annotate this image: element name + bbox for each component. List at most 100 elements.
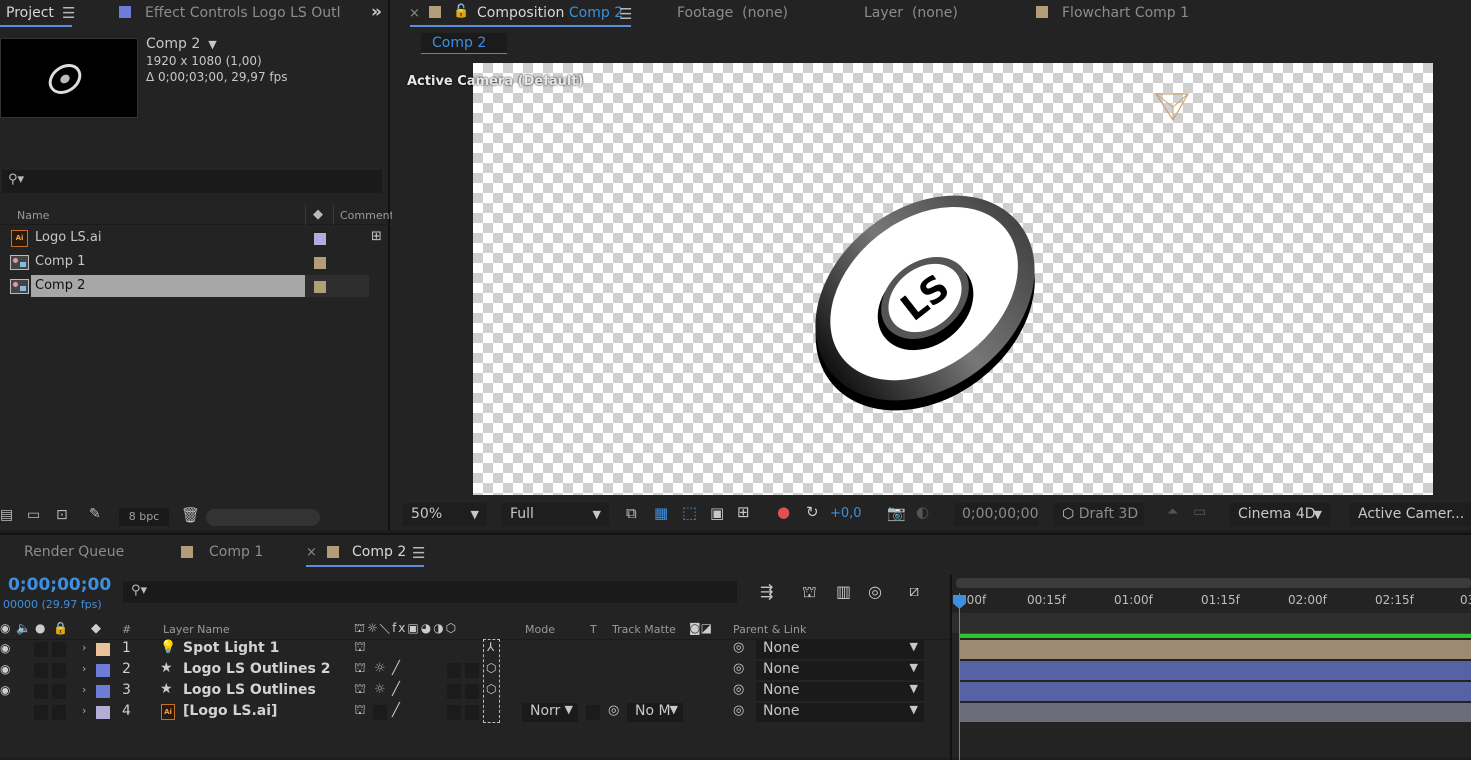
frame-blending-icon[interactable]: ▥ <box>836 582 851 601</box>
column-divider[interactable] <box>333 205 334 225</box>
comp-name-dropdown[interactable]: Comp 2 ▼ <box>146 36 217 52</box>
lock-icon[interactable]: 🔒 <box>53 621 68 635</box>
solo-toggle[interactable] <box>34 684 48 699</box>
solo-toggle[interactable] <box>34 663 48 678</box>
renderer-dropdown[interactable]: Cinema 4D ▼ <box>1230 503 1330 526</box>
flowchart-icon[interactable]: ⊞ <box>371 229 382 244</box>
collapse-switch-icon[interactable]: ☼ <box>374 661 386 676</box>
shy-switch-icon[interactable]: ⛫ <box>354 682 366 699</box>
playhead-line[interactable] <box>959 593 960 760</box>
project-menu-icon[interactable]: ☰ <box>62 4 75 22</box>
transparency-grid-icon[interactable]: ▦ <box>654 504 668 522</box>
column-layer-name[interactable]: Layer Name <box>163 623 230 636</box>
fast-previews-icon[interactable]: ⧉ <box>626 504 637 522</box>
trash-icon[interactable]: 🗑 <box>181 506 200 524</box>
close-icon[interactable]: × <box>306 545 317 560</box>
panel-divider[interactable] <box>950 575 952 760</box>
current-timecode[interactable]: 0;00;00;00 <box>8 575 111 595</box>
solo-toggle[interactable] <box>34 642 48 657</box>
expand-chevron-icon[interactable]: › <box>82 683 86 696</box>
close-icon[interactable]: × <box>409 6 420 21</box>
tab-comp2[interactable]: Comp 2 <box>352 544 406 560</box>
pick-whip-icon[interactable]: ◎ <box>608 703 619 718</box>
project-item-selected[interactable]: Comp 2 <box>0 275 370 298</box>
blend-mode-dropdown[interactable]: Norr ▼ <box>522 703 578 722</box>
new-folder-icon[interactable]: ▭ <box>27 507 40 523</box>
solo-toggle[interactable] <box>34 705 48 720</box>
timeline-search-input[interactable]: ⚲▾ <box>123 581 737 603</box>
timeline-menu-icon[interactable]: ☰ <box>412 544 425 562</box>
layer-name[interactable]: [Logo LS.ai] <box>183 703 277 719</box>
visibility-eye-icon[interactable]: ◉ <box>0 641 10 655</box>
layer-name[interactable]: Logo LS Outlines 2 <box>183 661 331 677</box>
layer-duration-bar[interactable] <box>960 682 1471 701</box>
collapse-switch-icon[interactable]: ☼ <box>374 682 386 697</box>
label-color-swatch[interactable] <box>314 257 326 269</box>
matte-toggle-icon[interactable]: ◙◪ <box>689 621 712 635</box>
visibility-eye-icon[interactable]: ◉ <box>0 683 10 697</box>
preserve-transparency-toggle[interactable] <box>586 705 600 720</box>
parent-dropdown[interactable]: None ▼ <box>756 682 924 701</box>
quality-switch-icon[interactable]: ╱ <box>392 682 400 697</box>
tab-layer[interactable]: Layer (none) <box>864 5 958 21</box>
time-ruler[interactable] <box>952 613 1471 633</box>
parent-dropdown[interactable]: None ▼ <box>756 640 924 659</box>
overflow-chevrons-icon[interactable]: » <box>371 2 382 22</box>
shy-switch-icon[interactable]: ⛫ <box>354 661 366 678</box>
motion-blur-icon[interactable]: ◎ <box>868 582 882 601</box>
switch-box[interactable] <box>447 705 461 720</box>
region-of-interest-icon[interactable]: ▣ <box>710 504 724 522</box>
work-area-bar[interactable] <box>956 578 1471 588</box>
label-tag-icon[interactable]: ◆ <box>91 621 101 636</box>
mask-visibility-icon[interactable]: ⬚ <box>682 503 697 522</box>
layer-name[interactable]: Spot Light 1 <box>183 640 279 656</box>
composition-viewer[interactable]: LS <box>473 63 1433 495</box>
shy-layers-icon[interactable]: ⛫ <box>802 582 817 603</box>
new-composition-icon[interactable]: ⊡ <box>56 507 68 523</box>
tab-composition[interactable]: Composition Comp 2 <box>477 5 623 21</box>
graph-editor-icon[interactable]: ⧄ <box>909 581 919 601</box>
layer-duration-bar[interactable] <box>960 661 1471 680</box>
switch-box[interactable] <box>373 705 387 720</box>
column-number[interactable]: # <box>122 623 131 636</box>
snapshot-icon[interactable]: 📷 <box>887 504 906 522</box>
channel-rgb-icon[interactable]: ● <box>777 503 790 521</box>
label-color-swatch[interactable] <box>314 281 326 293</box>
audio-icon[interactable]: 🔈 <box>16 621 31 635</box>
parent-dropdown[interactable]: None ▼ <box>756 661 924 680</box>
tab-flowchart[interactable]: Flowchart Comp 1 <box>1062 5 1189 21</box>
lock-icon[interactable]: 🔓 <box>453 4 469 19</box>
label-color-swatch[interactable] <box>96 685 110 698</box>
composition-flowchart-icon[interactable]: ⇶ <box>760 582 773 601</box>
label-color-swatch[interactable] <box>96 706 110 719</box>
show-snapshot-icon[interactable]: ◐ <box>916 503 929 521</box>
shy-switch-icon[interactable]: ⛫ <box>354 640 366 657</box>
pick-whip-icon[interactable]: ◎ <box>733 661 744 676</box>
layer-duration-bar[interactable] <box>960 640 1471 659</box>
column-name[interactable]: Name <box>17 209 49 222</box>
extended-viewer-icon[interactable]: ⏶ <box>1167 504 1178 520</box>
lock-toggle[interactable] <box>52 642 66 657</box>
view-dropdown[interactable]: Active Camer... <box>1350 503 1471 526</box>
switch-box[interactable] <box>465 684 479 699</box>
column-t[interactable]: T <box>590 623 597 636</box>
pick-whip-icon[interactable]: ◎ <box>733 682 744 697</box>
tab-footage[interactable]: Footage (none) <box>677 5 788 21</box>
parent-dropdown[interactable]: None ▼ <box>756 703 924 722</box>
column-divider[interactable] <box>305 205 306 225</box>
tab-render-queue[interactable]: Render Queue <box>24 544 124 560</box>
project-item[interactable]: Ai Logo LS.ai ⊞ <box>0 227 382 250</box>
adjust-settings-icon[interactable]: ✎ <box>89 506 101 522</box>
column-comment[interactable]: Comment <box>340 209 394 222</box>
exposure-value[interactable]: +0,0 <box>830 506 862 521</box>
tab-comp1[interactable]: Comp 1 <box>209 544 263 560</box>
lock-toggle[interactable] <box>52 684 66 699</box>
spot-light-gizmo-icon[interactable] <box>1153 85 1193 125</box>
expand-chevron-icon[interactable]: › <box>82 662 86 675</box>
layer-duration-bar[interactable] <box>960 703 1471 722</box>
draft-3d-toggle[interactable]: ⬡ Draft 3D <box>1054 503 1144 526</box>
column-parent-link[interactable]: Parent & Link <box>733 623 806 636</box>
switch-box[interactable] <box>447 663 461 678</box>
label-color-swatch[interactable] <box>96 664 110 677</box>
layer-name[interactable]: Logo LS Outlines <box>183 682 316 698</box>
